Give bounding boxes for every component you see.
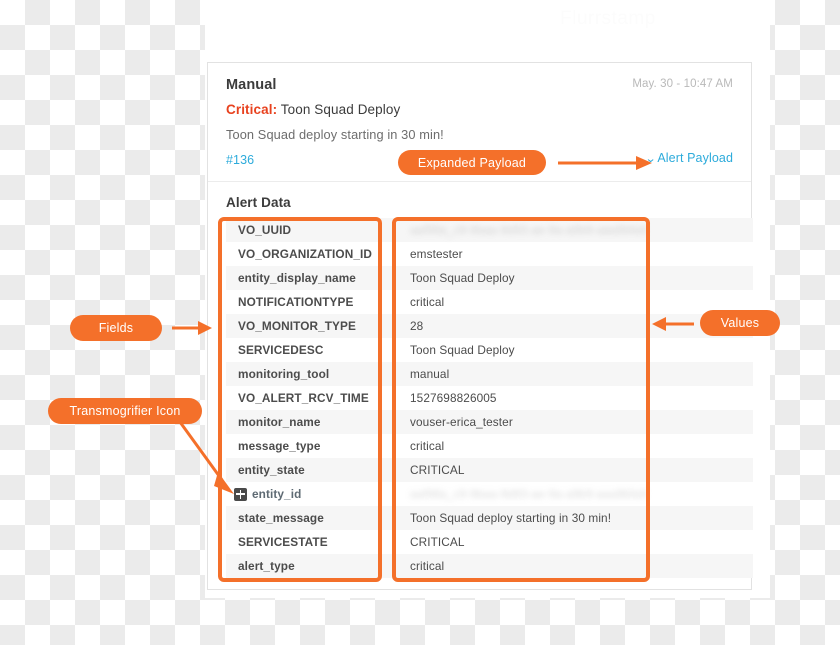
field-name-label: message_type xyxy=(238,439,321,453)
field-value-cell: Toon Squad Deploy xyxy=(410,343,515,357)
field-name-label: VO_UUID xyxy=(238,223,292,237)
field-name-cell: state_message xyxy=(226,511,398,525)
watermark-text: Flurrstamp xyxy=(560,8,656,29)
field-name-cell: monitor_name xyxy=(226,415,398,429)
field-value-cell: 1527698826005 xyxy=(410,391,497,405)
alert-subject: Toon Squad Deploy xyxy=(280,102,401,117)
field-name-cell: message_type xyxy=(226,439,398,453)
field-name-cell: VO_ORGANIZATION_ID xyxy=(226,247,398,261)
field-name-label: VO_MONITOR_TYPE xyxy=(238,319,356,333)
field-value-cell: Toon Squad deploy starting in 30 min! xyxy=(410,511,612,525)
alert-payload-toggle-label: Alert Payload xyxy=(657,151,733,165)
field-name-cell: SERVICESTATE xyxy=(226,535,398,549)
alert-timestamp: May. 30 - 10:47 AM xyxy=(632,78,733,90)
table-row: alert_type critical xyxy=(226,554,753,578)
table-row: message_type critical xyxy=(226,434,753,458)
table-row: monitoring_tool manual xyxy=(226,362,753,386)
transmogrifier-icon[interactable] xyxy=(234,487,247,501)
annotation-fields: Fields xyxy=(70,315,162,341)
alert-payload-toggle[interactable]: ⌄Alert Payload xyxy=(644,151,733,165)
annotation-values: Values xyxy=(700,310,780,336)
field-name-label: monitoring_tool xyxy=(238,367,330,381)
field-name-label: SERVICEDESC xyxy=(238,343,324,357)
field-name-label: SERVICESTATE xyxy=(238,535,328,549)
field-name-label: VO_ORGANIZATION_ID xyxy=(238,247,372,261)
field-name-cell: VO_UUID xyxy=(226,223,398,237)
table-row: VO_ORGANIZATION_ID emstester xyxy=(226,242,753,266)
field-name-label: NOTIFICATIONTYPE xyxy=(238,295,354,309)
field-value-cell-redacted: aaf98a_c9-9baa-9d93-ae-9a-a9b9-aaa9bfa9 xyxy=(410,487,647,501)
field-name-cell: VO_MONITOR_TYPE xyxy=(226,319,398,333)
alert-card: Manual May. 30 - 10:47 AM Critical: Toon… xyxy=(207,62,753,590)
field-value-cell: critical xyxy=(410,559,445,573)
alert-data-table: VO_UUID aaf98a_c9-9baa-9d93-ae-9a-a9b9-aa… xyxy=(226,218,753,578)
table-row: SERVICESTATE CRITICAL xyxy=(226,530,753,554)
severity-label: Critical: xyxy=(226,102,278,117)
table-row: SERVICEDESC Toon Squad Deploy xyxy=(226,338,753,362)
table-row: VO_MONITOR_TYPE 28 xyxy=(226,314,753,338)
field-name-cell: VO_ALERT_RCV_TIME xyxy=(226,391,398,405)
field-name-label: VO_ALERT_RCV_TIME xyxy=(238,391,369,405)
alert-data-section-title: Alert Data xyxy=(226,195,291,210)
field-name-cell: NOTIFICATIONTYPE xyxy=(226,295,398,309)
field-value-cell: manual xyxy=(410,367,450,381)
field-name-label: entity_state xyxy=(238,463,305,477)
table-row: monitor_name vouser-erica_tester xyxy=(226,410,753,434)
table-row: entity_state CRITICAL xyxy=(226,458,753,482)
table-row: VO_ALERT_RCV_TIME 1527698826005 xyxy=(226,386,753,410)
chevron-down-icon: ⌄ xyxy=(644,153,657,165)
table-row: state_message Toon Squad deploy starting … xyxy=(226,506,753,530)
field-value-cell: emstester xyxy=(410,247,463,261)
field-name-label: state_message xyxy=(238,511,324,525)
table-row: NOTIFICATIONTYPE critical xyxy=(226,290,753,314)
field-name-cell: monitoring_tool xyxy=(226,367,398,381)
field-name-cell: SERVICEDESC xyxy=(226,343,398,357)
field-name-cell: entity_id xyxy=(226,487,398,501)
field-value-cell: critical xyxy=(410,439,445,453)
annotation-expanded-payload: Expanded Payload xyxy=(398,150,546,175)
field-value-cell: vouser-erica_tester xyxy=(410,415,513,429)
field-value-cell-redacted: aaf98a_c9-9baa-9d93-ae-9a-a9b9-aaa9bfa9 xyxy=(410,223,647,237)
field-value-cell: Toon Squad Deploy xyxy=(410,271,515,285)
field-name-label: entity_display_name xyxy=(238,271,356,285)
header-divider xyxy=(208,181,751,182)
field-value-cell: critical xyxy=(410,295,445,309)
field-name-label: alert_type xyxy=(238,559,295,573)
table-row: entity_display_name Toon Squad Deploy xyxy=(226,266,753,290)
field-name-cell: alert_type xyxy=(226,559,398,573)
table-row: VO_UUID aaf98a_c9-9baa-9d93-ae-9a-a9b9-aa… xyxy=(226,218,753,242)
alert-message: Toon Squad deploy starting in 30 min! xyxy=(226,127,444,142)
field-value-cell: CRITICAL xyxy=(410,463,465,477)
annotation-transmogrifier-icon: Transmogrifier Icon xyxy=(48,398,202,424)
field-name-label: entity_id xyxy=(252,487,302,501)
field-name-label: monitor_name xyxy=(238,415,321,429)
field-name-cell: entity_state xyxy=(226,463,398,477)
field-name-cell: entity_display_name xyxy=(226,271,398,285)
table-row: entity_id aaf98a_c9-9baa-9d93-ae-9a-a9b9-… xyxy=(226,482,753,506)
field-value-cell: CRITICAL xyxy=(410,535,465,549)
alert-number-link[interactable]: #136 xyxy=(226,153,254,167)
alert-severity-line: Critical: Toon Squad Deploy xyxy=(226,102,733,117)
